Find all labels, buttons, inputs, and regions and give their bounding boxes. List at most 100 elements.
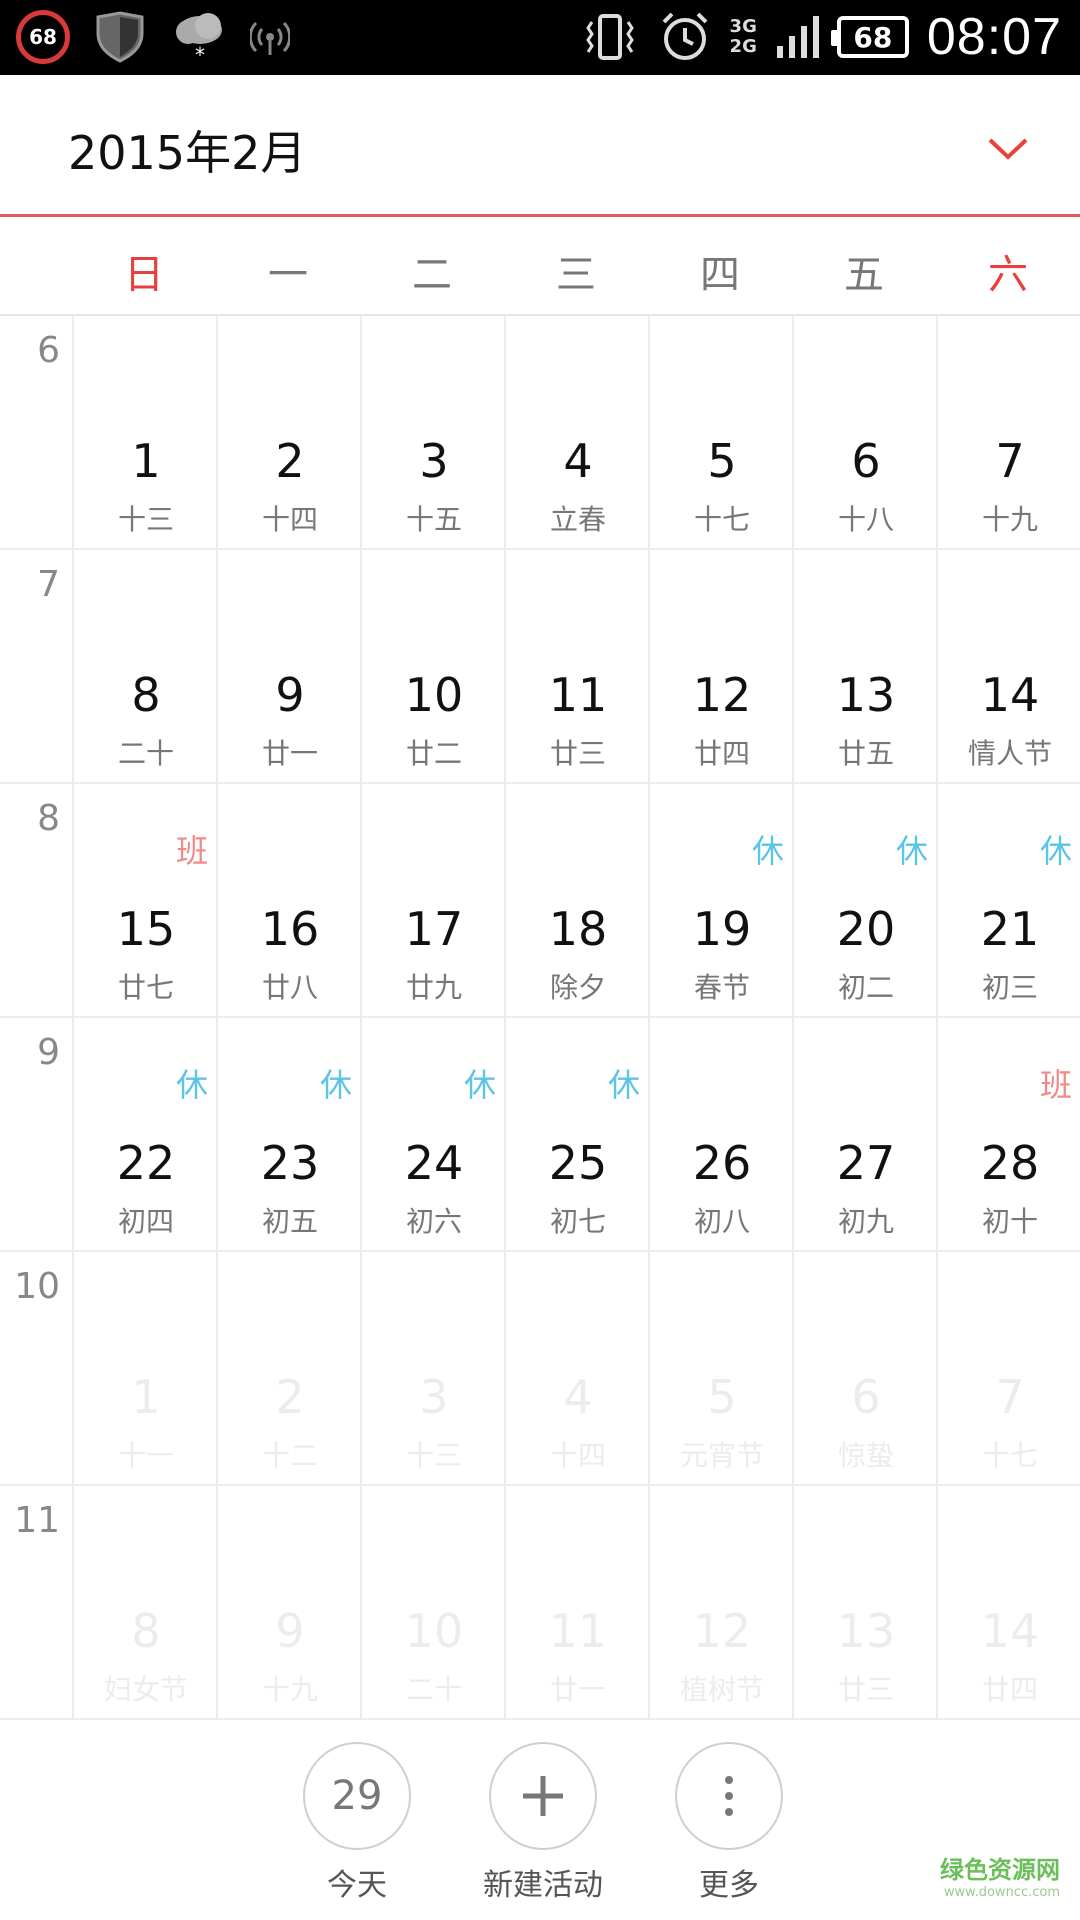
day-cell[interactable]: 1 十一: [72, 1252, 216, 1486]
more-action[interactable]: 更多: [654, 1742, 804, 1904]
day-cell[interactable]: 14 廿四: [936, 1486, 1080, 1720]
day-cell[interactable]: 8 妇女节: [72, 1486, 216, 1720]
week-row: 10 1 十一 2 十二 3 十三 4 十四 5 元宵节 6 惊蛰 7 十七: [0, 1252, 1080, 1486]
day-number: 20: [836, 902, 896, 956]
lunar-date: 惊蛰: [837, 1439, 894, 1472]
new-event-action[interactable]: 新建活动: [468, 1742, 618, 1904]
day-number: 5: [707, 434, 737, 488]
day-cell[interactable]: 16 廿八: [216, 784, 360, 1018]
day-cell[interactable]: 18 除夕: [504, 784, 648, 1018]
day-cell[interactable]: 12 廿四: [648, 550, 792, 784]
day-number: 3: [419, 434, 449, 488]
clock: 08:07: [926, 8, 1062, 66]
day-cell[interactable]: 班 15 廿七: [72, 784, 216, 1018]
day-cell[interactable]: 12 植树节: [648, 1486, 792, 1720]
day-number: 1: [131, 434, 161, 488]
lunar-date: 初四: [117, 1205, 174, 1238]
day-cell[interactable]: 5 元宵节: [648, 1252, 792, 1486]
signal-icon: [775, 14, 819, 60]
day-number: 15: [116, 902, 176, 956]
day-cell[interactable]: 3 十五: [360, 316, 504, 550]
lunar-date: 廿五: [837, 737, 894, 770]
day-cell[interactable]: 2 十四: [216, 316, 360, 550]
weekday-label: 三: [556, 252, 596, 298]
day-cell[interactable]: 4 十四: [504, 1252, 648, 1486]
more-button[interactable]: [675, 1742, 783, 1850]
day-cell[interactable]: 3 十三: [360, 1252, 504, 1486]
day-number: 10: [404, 668, 464, 722]
weekday-label: 四: [700, 252, 740, 298]
add-event-button[interactable]: [489, 1742, 597, 1850]
status-bar-left: 68 *: [16, 6, 290, 68]
day-cell[interactable]: 休 25 初七: [504, 1018, 648, 1252]
day-cell[interactable]: 班 28 初十: [936, 1018, 1080, 1252]
today-button[interactable]: 29: [303, 1742, 411, 1850]
day-cell[interactable]: 8 二十: [72, 550, 216, 784]
day-cell[interactable]: 6 惊蛰: [792, 1252, 936, 1486]
calendar-grid: 6 1 十三 2 十四 3 十五 4 立春 5 十七 6 十八 7 十九 7 8 二十 9 廿一 10 廿二 11 廿三 12 廿…: [0, 316, 1080, 1720]
lunar-date: 十四: [261, 503, 318, 536]
network-3g-label: 3G: [729, 16, 757, 37]
day-number: 21: [980, 902, 1040, 956]
day-cell[interactable]: 5 十七: [648, 316, 792, 550]
day-number: 22: [116, 1136, 176, 1190]
month-title[interactable]: 2015年2月: [68, 117, 306, 183]
lunar-date: 初三: [981, 971, 1038, 1004]
day-cell[interactable]: 11 廿一: [504, 1486, 648, 1720]
weekday-label: 五: [844, 252, 884, 298]
lunar-date: 春节: [693, 971, 750, 1004]
day-cell[interactable]: 17 廿九: [360, 784, 504, 1018]
chevron-down-icon[interactable]: [978, 119, 1038, 179]
day-cell[interactable]: 10 二十: [360, 1486, 504, 1720]
day-cell[interactable]: 休 24 初六: [360, 1018, 504, 1252]
week-row: 11 8 妇女节 9 十九 10 二十 11 廿一 12 植树节 13 廿三 14 廿四: [0, 1486, 1080, 1720]
day-cell[interactable]: 7 十九: [936, 316, 1080, 550]
shield-icon: [92, 11, 148, 63]
day-number: 23: [260, 1136, 320, 1190]
lunar-date: 廿一: [549, 1673, 606, 1706]
day-cell[interactable]: 13 廿三: [792, 1486, 936, 1720]
day-number: 25: [548, 1136, 608, 1190]
day-number: 5: [707, 1370, 737, 1424]
calendar-header: 2015年2月: [0, 75, 1080, 217]
alarm-icon: [658, 10, 712, 64]
day-number: 2: [275, 1370, 305, 1424]
day-cell[interactable]: 26 初八: [648, 1018, 792, 1252]
day-cell[interactable]: 9 十九: [216, 1486, 360, 1720]
weekday-label: 六: [988, 252, 1028, 298]
week-number: 6: [37, 330, 60, 371]
week-row: 7 8 二十 9 廿一 10 廿二 11 廿三 12 廿四 13 廿五 14 情人节: [0, 550, 1080, 784]
day-number: 11: [548, 1604, 608, 1658]
day-number: 2: [275, 434, 305, 488]
day-cell[interactable]: 休 23 初五: [216, 1018, 360, 1252]
day-cell[interactable]: 9 廿一: [216, 550, 360, 784]
day-cell[interactable]: 休 21 初三: [936, 784, 1080, 1018]
day-cell[interactable]: 27 初九: [792, 1018, 936, 1252]
status-bar-right: 3G 2G 68 08:07: [580, 4, 1062, 70]
lunar-date: 廿一: [261, 737, 318, 770]
lunar-date: 十九: [981, 503, 1038, 536]
day-cell[interactable]: 2 十二: [216, 1252, 360, 1486]
day-cell[interactable]: 1 十三: [72, 316, 216, 550]
day-number: 14: [980, 668, 1040, 722]
day-cell[interactable]: 休 19 春节: [648, 784, 792, 1018]
holiday-badge: 休: [895, 832, 928, 870]
day-number: 13: [836, 1604, 896, 1658]
day-cell[interactable]: 4 立春: [504, 316, 648, 550]
day-cell[interactable]: 休 22 初四: [72, 1018, 216, 1252]
day-cell[interactable]: 11 廿三: [504, 550, 648, 784]
weekday-label: 一: [268, 252, 308, 298]
new-event-label: 新建活动: [483, 1868, 603, 1903]
watermark: 绿色资源网 www.downcc.com: [940, 1850, 1060, 1900]
day-cell[interactable]: 14 情人节: [936, 550, 1080, 784]
day-number: 4: [563, 434, 593, 488]
holiday-badge: 休: [463, 1066, 496, 1104]
day-cell[interactable]: 13 廿五: [792, 550, 936, 784]
lunar-date: 十三: [405, 1439, 462, 1472]
day-cell[interactable]: 休 20 初二: [792, 784, 936, 1018]
day-cell[interactable]: 10 廿二: [360, 550, 504, 784]
day-cell[interactable]: 6 十八: [792, 316, 936, 550]
network-2g-label: 2G: [729, 36, 757, 57]
day-cell[interactable]: 7 十七: [936, 1252, 1080, 1486]
today-action[interactable]: 29 今天: [282, 1742, 432, 1904]
